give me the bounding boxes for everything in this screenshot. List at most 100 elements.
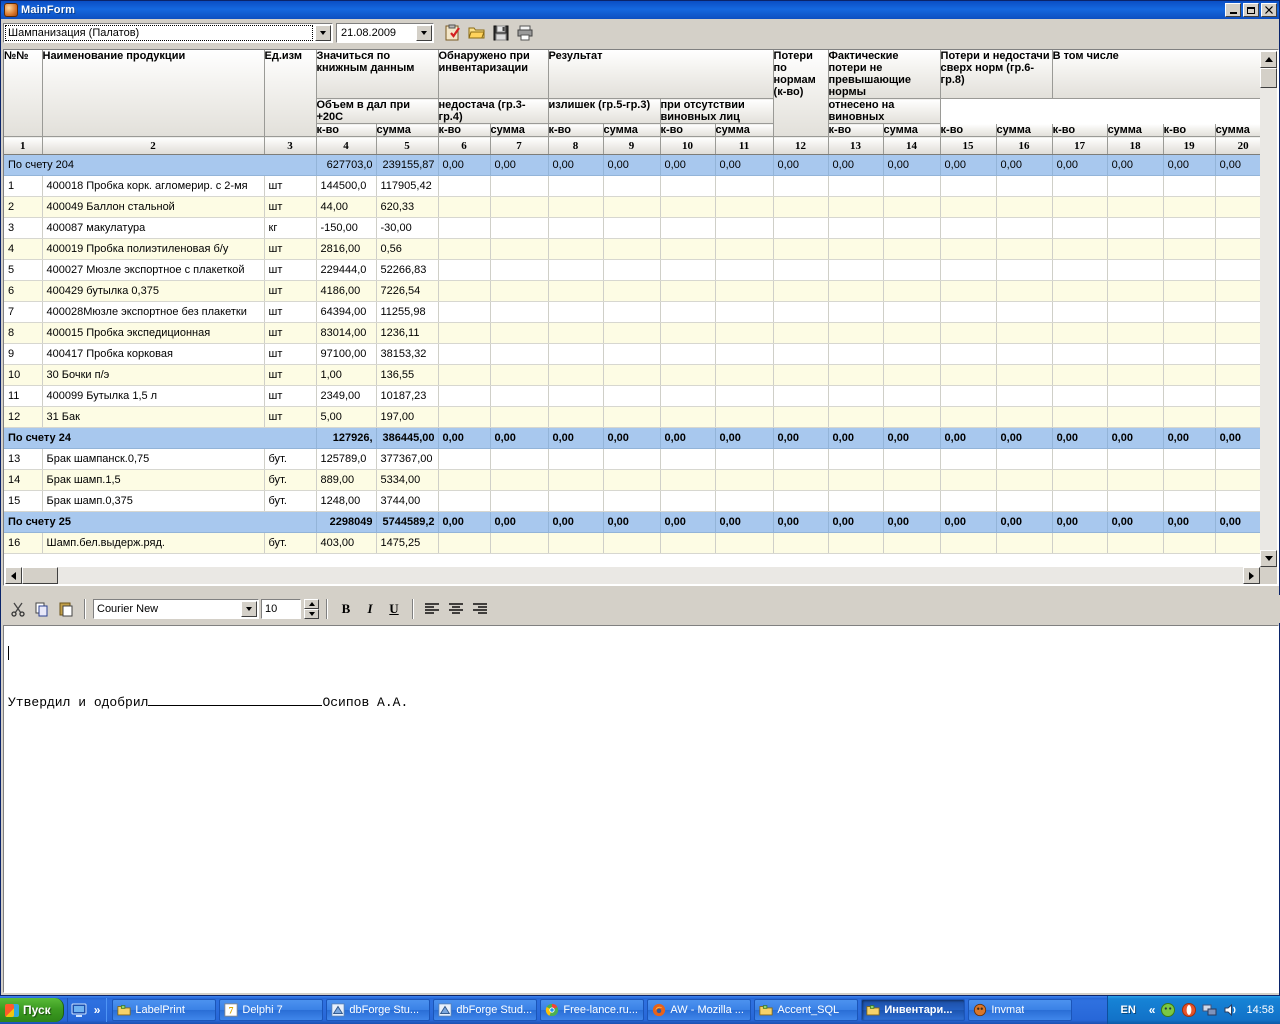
col-subheader-5[interactable]: сумма — [603, 124, 660, 137]
account-total-row[interactable]: По счету 24127926,386445,000,000,000,000… — [4, 428, 1261, 449]
col-header-norm-losses[interactable]: Потери по нормам (к-во) — [773, 50, 828, 137]
account-total-row[interactable]: По счету 2522980495744589,20,000,000,000… — [4, 512, 1261, 533]
empty-cell[interactable] — [438, 239, 490, 260]
empty-cell[interactable] — [548, 407, 603, 428]
empty-cell[interactable] — [1107, 470, 1163, 491]
empty-cell[interactable] — [548, 386, 603, 407]
table-row[interactable]: 10 30 Бочки п/эшт1,00136,55 — [4, 365, 1261, 386]
chevron-down-icon[interactable] — [416, 25, 432, 41]
empty-cell[interactable] — [883, 470, 940, 491]
department-combo[interactable]: Шампанизация (Палатов) — [3, 23, 333, 43]
empty-cell[interactable] — [1215, 218, 1261, 239]
empty-cell[interactable] — [1215, 449, 1261, 470]
empty-cell[interactable] — [1215, 197, 1261, 218]
vertical-scrollbar[interactable] — [1260, 51, 1277, 567]
empty-cell[interactable] — [548, 197, 603, 218]
taskbar-button[interactable]: dbForge Stu... — [326, 999, 430, 1021]
empty-cell[interactable] — [715, 323, 773, 344]
empty-cell[interactable] — [883, 365, 940, 386]
empty-cell[interactable] — [883, 176, 940, 197]
close-button[interactable] — [1261, 3, 1277, 17]
empty-cell[interactable] — [996, 470, 1052, 491]
empty-cell[interactable] — [828, 281, 883, 302]
font-size-input[interactable]: 10 — [261, 599, 301, 619]
copy-icon[interactable] — [31, 598, 53, 620]
col-header-book-data[interactable]: Значиться по книжным данным — [316, 50, 438, 99]
empty-cell[interactable] — [996, 407, 1052, 428]
empty-cell[interactable] — [773, 491, 828, 512]
empty-cell[interactable] — [1107, 197, 1163, 218]
table-row[interactable]: 1400018 Пробка корк. агломерир. с 2-мяшт… — [4, 176, 1261, 197]
empty-cell[interactable] — [1052, 323, 1107, 344]
font-size-up-button[interactable] — [304, 599, 319, 609]
empty-cell[interactable] — [1163, 281, 1215, 302]
empty-cell[interactable] — [603, 176, 660, 197]
col-subheader-15[interactable]: сумма — [1215, 124, 1261, 137]
empty-cell[interactable] — [1107, 533, 1163, 554]
quick-launch-chevron[interactable]: » — [91, 1003, 104, 1017]
empty-cell[interactable] — [1107, 449, 1163, 470]
empty-cell[interactable] — [438, 407, 490, 428]
empty-cell[interactable] — [603, 407, 660, 428]
vscroll-thumb[interactable] — [1260, 68, 1277, 88]
empty-cell[interactable] — [1163, 197, 1215, 218]
empty-cell[interactable] — [490, 344, 548, 365]
empty-cell[interactable] — [828, 386, 883, 407]
empty-cell[interactable] — [438, 302, 490, 323]
empty-cell[interactable] — [828, 491, 883, 512]
inventory-grid[interactable]: №№ Наименование продукции Ед.изм Значить… — [3, 49, 1279, 586]
empty-cell[interactable] — [603, 281, 660, 302]
empty-cell[interactable] — [1163, 470, 1215, 491]
tray-expand-chevron[interactable]: « — [1149, 1003, 1156, 1017]
col-header-found[interactable]: Обнаружено при инвентаризации — [438, 50, 548, 99]
empty-cell[interactable] — [828, 365, 883, 386]
empty-cell[interactable] — [660, 386, 715, 407]
empty-cell[interactable] — [660, 218, 715, 239]
empty-cell[interactable] — [996, 386, 1052, 407]
empty-cell[interactable] — [438, 281, 490, 302]
underline-button[interactable]: U — [383, 598, 405, 620]
taskbar-button[interactable]: Invmat — [968, 999, 1072, 1021]
chevron-down-icon[interactable] — [315, 25, 331, 41]
empty-cell[interactable] — [1052, 281, 1107, 302]
col-subheader-11[interactable]: сумма — [996, 124, 1052, 137]
cut-icon[interactable] — [7, 598, 29, 620]
date-value[interactable]: 21.08.2009 — [337, 24, 415, 42]
empty-cell[interactable] — [773, 323, 828, 344]
table-row[interactable]: 16Шамп.бел.выдерж.ряд.бут.403,001475,25 — [4, 533, 1261, 554]
taskbar-button[interactable]: AW - Mozilla ... — [647, 999, 751, 1021]
empty-cell[interactable] — [490, 302, 548, 323]
col-subheader-6[interactable]: к-во — [660, 124, 715, 137]
empty-cell[interactable] — [660, 197, 715, 218]
col-header-no[interactable]: №№ — [4, 50, 42, 137]
empty-cell[interactable] — [1163, 533, 1215, 554]
clock[interactable]: 14:58 — [1246, 1004, 1274, 1016]
empty-cell[interactable] — [1163, 218, 1215, 239]
empty-cell[interactable] — [603, 449, 660, 470]
empty-cell[interactable] — [1215, 281, 1261, 302]
empty-cell[interactable] — [940, 302, 996, 323]
empty-cell[interactable] — [996, 491, 1052, 512]
empty-cell[interactable] — [1163, 239, 1215, 260]
empty-cell[interactable] — [490, 449, 548, 470]
col-header-over-norm[interactable]: Потери и недостачи сверх норм (гр.6-гр.8… — [940, 50, 1052, 99]
empty-cell[interactable] — [1163, 344, 1215, 365]
empty-cell[interactable] — [1052, 491, 1107, 512]
empty-cell[interactable] — [438, 344, 490, 365]
empty-cell[interactable] — [940, 470, 996, 491]
font-size-down-button[interactable] — [304, 609, 319, 619]
empty-cell[interactable] — [715, 302, 773, 323]
empty-cell[interactable] — [715, 491, 773, 512]
empty-cell[interactable] — [996, 449, 1052, 470]
maximize-button[interactable] — [1243, 3, 1259, 17]
empty-cell[interactable] — [940, 491, 996, 512]
empty-cell[interactable] — [773, 281, 828, 302]
empty-cell[interactable] — [1163, 407, 1215, 428]
empty-cell[interactable] — [1215, 302, 1261, 323]
taskbar-button-active[interactable]: Инвентари... — [861, 999, 965, 1021]
empty-cell[interactable] — [603, 218, 660, 239]
italic-button[interactable]: I — [359, 598, 381, 620]
empty-cell[interactable] — [996, 218, 1052, 239]
empty-cell[interactable] — [828, 323, 883, 344]
opera-icon[interactable] — [1181, 1002, 1197, 1018]
